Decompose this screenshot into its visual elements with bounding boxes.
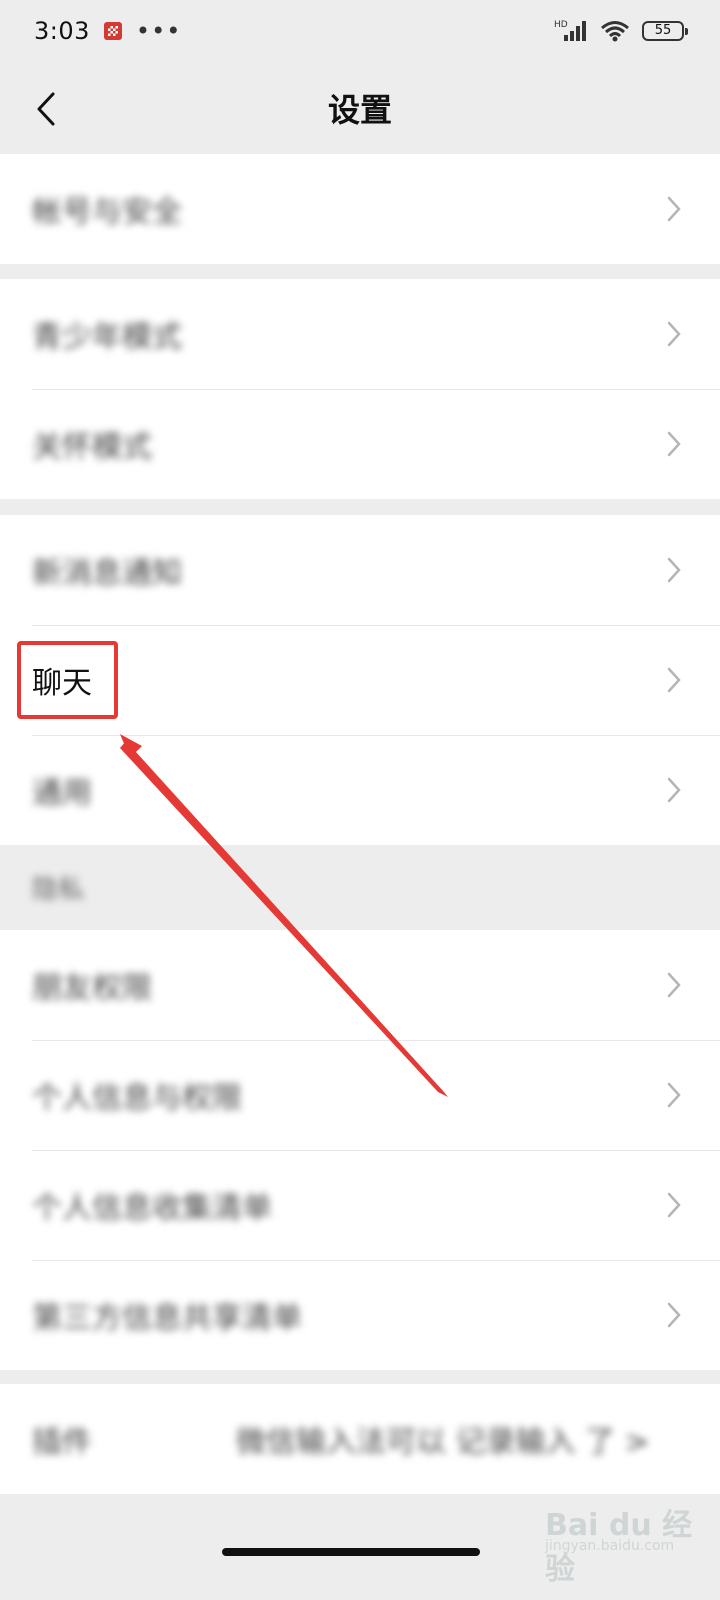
home-indicator[interactable] (222, 1548, 480, 1556)
status-left: 3:03 ••• (34, 17, 181, 45)
chevron-right-icon (667, 431, 681, 457)
settings-group-general: 新消息通知 聊天 通用 (0, 515, 720, 845)
watermark-logo: Bai du 经验 jingyan.baidu.com (545, 1500, 695, 1587)
settings-row-third-party-sharing[interactable]: 第三方信息共享清单 (0, 1260, 720, 1370)
network-label: HD (554, 20, 568, 30)
row-label: 新消息通知 (32, 556, 182, 591)
settings-row-care-mode[interactable]: 关怀模式 (0, 389, 720, 499)
chevron-right-icon (667, 557, 681, 583)
status-right: HD 55 (554, 19, 688, 43)
nav-bar: 设置 (0, 62, 720, 154)
settings-row-notifications[interactable]: 新消息通知 (0, 515, 720, 625)
chevron-right-icon (667, 196, 681, 222)
chevron-right-icon (667, 777, 681, 803)
signal-icon: HD (554, 20, 586, 41)
row-label: 个人信息与权限 (32, 1081, 242, 1116)
row-label: 帐号与安全 (32, 195, 182, 230)
row-label-chat: 聊天 (32, 666, 92, 701)
status-time: 3:03 (34, 17, 90, 45)
watermark-url: jingyan.baidu.com (545, 1538, 675, 1554)
row-label: 插件 (32, 1425, 92, 1460)
app-notification-icon (103, 22, 122, 40)
settings-row-general[interactable]: 通用 (0, 735, 720, 845)
settings-row-teen-mode[interactable]: 青少年模式 (0, 279, 720, 389)
battery-icon: 55 (642, 21, 688, 41)
section-header-privacy: 隐私 (0, 844, 720, 930)
settings-group-account: 帐号与安全 (0, 154, 720, 264)
chevron-right-icon (667, 1302, 681, 1328)
chevron-right-icon (667, 667, 681, 693)
settings-row-info-collection[interactable]: 个人信息收集清单 (0, 1150, 720, 1260)
row-label: 关怀模式 (32, 430, 152, 465)
settings-row-plugins[interactable]: 插件 微信输入法可以 记录输入 了 > (0, 1384, 720, 1494)
settings-group-privacy: 朋友权限 个人信息与权限 个人信息收集清单 第三方信息共享清单 (0, 930, 720, 1370)
row-label: 个人信息收集清单 (32, 1191, 272, 1226)
page-title: 设置 (327, 91, 392, 129)
settings-group-modes: 青少年模式 关怀模式 (0, 279, 720, 499)
wifi-icon (601, 21, 629, 42)
row-value: 微信输入法可以 记录输入 了 > (236, 1425, 650, 1460)
section-header-label: 隐私 (32, 874, 85, 905)
chevron-right-icon (667, 1192, 681, 1218)
row-label: 第三方信息共享清单 (32, 1301, 302, 1336)
row-label: 朋友权限 (32, 971, 152, 1006)
settings-group-plugins: 插件 微信输入法可以 记录输入 了 > (0, 1384, 720, 1494)
settings-row-account-security[interactable]: 帐号与安全 (0, 154, 720, 264)
chevron-right-icon (667, 321, 681, 347)
row-label: 青少年模式 (32, 320, 182, 355)
settings-row-personal-info[interactable]: 个人信息与权限 (0, 1040, 720, 1150)
status-bar: 3:03 ••• HD 55 (0, 0, 720, 62)
settings-row-friend-permissions[interactable]: 朋友权限 (0, 930, 720, 1040)
chevron-right-icon (667, 1082, 681, 1108)
back-button[interactable] (26, 86, 66, 132)
chevron-left-icon (37, 92, 55, 126)
chevron-right-icon (667, 972, 681, 998)
more-dots-icon: ••• (135, 17, 182, 45)
row-label: 通用 (32, 776, 92, 811)
settings-row-chat[interactable]: 聊天 (0, 625, 720, 735)
